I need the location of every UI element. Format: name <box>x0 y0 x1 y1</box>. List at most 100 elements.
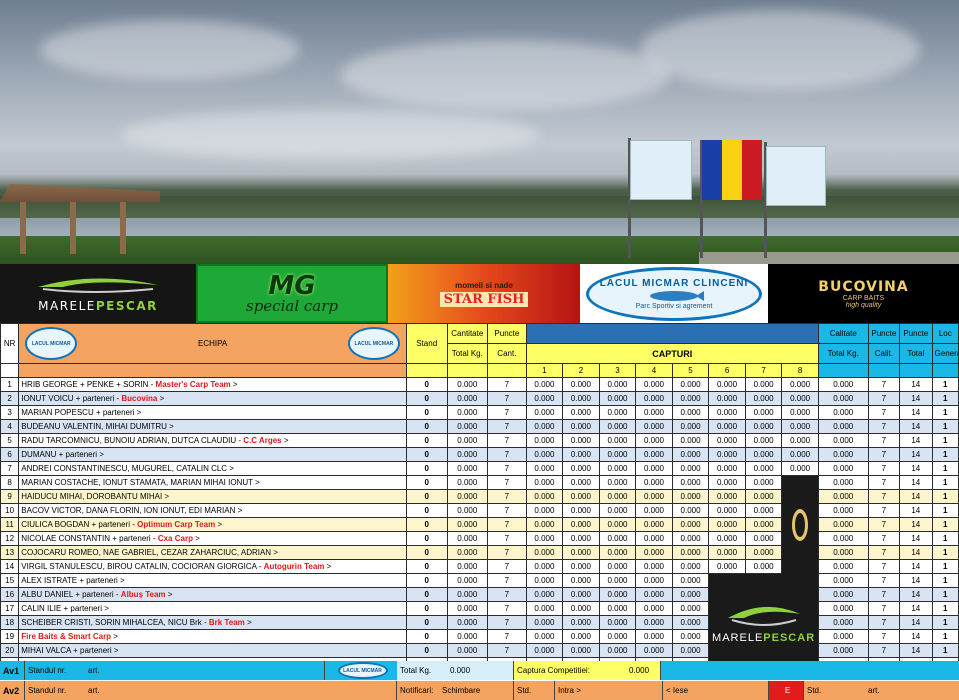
col-capturi: CAPTURI <box>525 343 819 364</box>
capture-cell: 0.000 <box>562 419 600 434</box>
row-calitate-kg: 0.000 <box>817 391 869 406</box>
capture-cell: 0.000 <box>598 405 637 420</box>
capture-cell: 0.000 <box>525 643 564 658</box>
row-puncte-calit: 7 <box>867 461 901 476</box>
member-names: BUDEANU VALENTIN, MIHAI DUMITRU > <box>21 422 174 431</box>
schimbare-label: Schimbare <box>439 681 514 700</box>
total-kg-label: Total Kg. <box>397 661 447 680</box>
capture-cell: 0.000 <box>708 517 746 532</box>
row-arrow: > <box>230 380 238 389</box>
iese-label: < Iese <box>663 681 769 700</box>
capture-cell: 0.000 <box>525 489 564 504</box>
row-total-kg: 0.000 <box>446 643 489 658</box>
row-total-kg: 0.000 <box>446 503 489 518</box>
row-stand: 0 <box>405 615 448 630</box>
member-names: CALIN ILIE + parteneri > <box>21 604 109 613</box>
row-calitate-kg: 0.000 <box>817 377 869 392</box>
capture-cell: 0.000 <box>635 601 673 616</box>
member-names: ALEX ISTRATE + parteneri > <box>21 576 125 585</box>
capture-cell: 0.000 <box>671 461 710 476</box>
capture-cell: 0.000 <box>708 433 746 448</box>
row-total-kg: 0.000 <box>446 433 489 448</box>
lacul-micmar-logo: LACUL MICMAR CLINCENI Parc Sportiv si ag… <box>580 264 768 323</box>
col-puncte-total: Puncte <box>899 323 933 344</box>
capture-cell: 0.000 <box>562 531 600 546</box>
row-stand: 0 <box>405 517 448 532</box>
row-team-name: ALBU DANIEL + parteneri - Albuș Team > <box>18 587 407 602</box>
row-puncte-cant: 7 <box>487 601 527 616</box>
capture-cell: 0.000 <box>598 573 637 588</box>
row-nr: 17 <box>0 601 20 616</box>
row-nr: 7 <box>0 461 20 476</box>
row-puncte-cant: 7 <box>487 433 527 448</box>
row-total-kg: 0.000 <box>446 475 489 490</box>
capture-cell: 0.000 <box>708 503 746 518</box>
capture-col-3: 3 <box>598 363 637 378</box>
capture-cell: 0.000 <box>562 615 600 630</box>
row-team-name: MIHAI VALCA + parteneri > <box>18 643 407 658</box>
row-nr: 10 <box>0 503 20 518</box>
member-names: IONUT VOICU + parteneri - <box>21 394 122 403</box>
table-row: 15 ALEX ISTRATE + parteneri >0 0.000 7 0.000… <box>0 573 959 672</box>
row-nr: 6 <box>0 447 20 462</box>
capture-cell: 0.000 <box>671 531 710 546</box>
lacul-seal-icon: LACUL MICMAR <box>337 662 388 679</box>
row-puncte-calit: 7 <box>867 405 901 420</box>
row-puncte-calit: 7 <box>867 419 901 434</box>
e-indicator: E <box>769 681 804 700</box>
row-puncte-calit: 7 <box>867 447 901 462</box>
row-total-kg: 0.000 <box>446 629 489 644</box>
marele-pescar-logo: MARELEPESCAR <box>0 264 196 323</box>
row-puncte-cant: 7 <box>487 391 527 406</box>
row-puncte-calit: 7 <box>867 573 901 588</box>
capture-cell: 0.000 <box>635 531 673 546</box>
capture-col-2: 2 <box>562 363 600 378</box>
av2-standul: Standul nr. <box>28 686 67 695</box>
capture-cell: 0.000 <box>671 587 710 602</box>
capture-cell: 0.000 <box>708 377 746 392</box>
row-nr: 16 <box>0 587 20 602</box>
member-names: CIULICA BOGDAN + parteneri - <box>21 520 138 529</box>
romania-flag <box>702 140 762 200</box>
capture-cell: 0.000 <box>635 405 673 420</box>
member-names: MARIAN COSTACHE, IONUT STAMATA, MARIAN M… <box>21 478 260 487</box>
table-row: 3 MARIAN POPESCU + parteneri >0 0.000 7 0.00… <box>0 405 959 420</box>
capture-cell: 0.000 <box>671 475 710 490</box>
member-names: BACOV VICTOR, DANA FLORIN, ION IONUT, ED… <box>21 506 243 515</box>
capture-cell: 0.000 <box>598 629 637 644</box>
capture-cell: 0.000 <box>562 405 600 420</box>
row-stand: 0 <box>405 447 448 462</box>
row-stand: 0 <box>405 391 448 406</box>
row-loc-general: 1 <box>931 615 959 630</box>
capture-cell: 0.000 <box>525 503 564 518</box>
row-puncte-cant: 7 <box>487 447 527 462</box>
row-puncte-total: 14 <box>899 419 933 434</box>
row-stand: 0 <box>405 531 448 546</box>
col-calit: Calit. <box>867 343 901 364</box>
row-stand: 0 <box>405 503 448 518</box>
row-calitate-kg: 0.000 <box>817 503 869 518</box>
row-nr: 1 <box>0 377 20 392</box>
col-puncte-calit: Puncte <box>867 323 901 344</box>
bucovina-logo: BUCOVINA CARP BAITS high quality <box>768 264 959 323</box>
capture-cell: 0.000 <box>744 475 783 490</box>
row-puncte-calit: 7 <box>867 391 901 406</box>
capture-cell: 0.000 <box>598 517 637 532</box>
capture-cell: 0.000 <box>781 391 819 406</box>
capture-cell: 0.000 <box>525 447 564 462</box>
capture-cell: 0.000 <box>671 559 710 574</box>
capture-cell: 0.000 <box>562 559 600 574</box>
capture-cell: 0.000 <box>708 419 746 434</box>
capture-cell: 0.000 <box>635 643 673 658</box>
row-loc-general: 1 <box>931 377 959 392</box>
row-team-name: MARIAN POPESCU + parteneri > <box>18 405 407 420</box>
capture-cell: 0.000 <box>635 503 673 518</box>
row-puncte-calit: 7 <box>867 377 901 392</box>
cloud <box>120 110 540 160</box>
capture-cell: 0.000 <box>635 517 673 532</box>
capture-cell: 0.000 <box>635 433 673 448</box>
capture-cell: 0.000 <box>598 559 637 574</box>
row-arrow: > <box>215 520 223 529</box>
row-nr: 5 <box>0 433 20 448</box>
capture-cell: 0.000 <box>744 391 783 406</box>
